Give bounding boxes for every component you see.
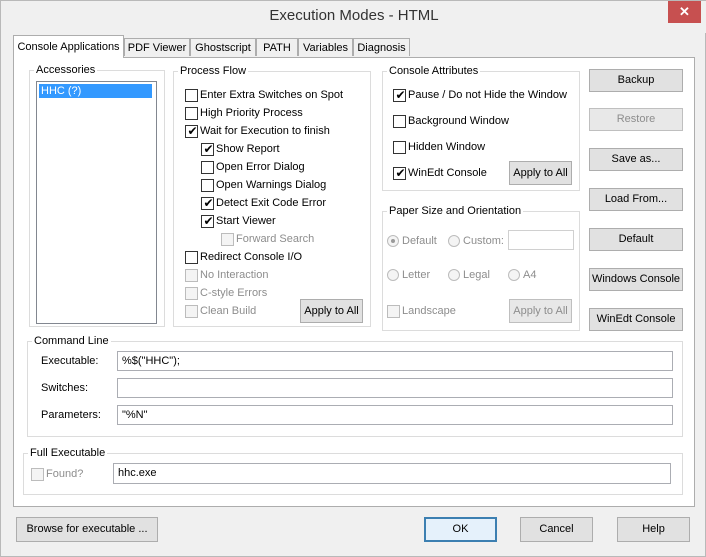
redirect-console-checkbox[interactable] xyxy=(185,251,198,264)
full-executable-legend: Full Executable xyxy=(28,447,108,459)
tab-variables[interactable]: Variables xyxy=(298,38,353,56)
detect-exit-code-label: Detect Exit Code Error xyxy=(216,197,327,209)
load-from-button[interactable]: Load From... xyxy=(589,188,683,211)
enter-extra-switches-checkbox[interactable] xyxy=(185,89,198,102)
show-report-label: Show Report xyxy=(216,143,280,155)
tab-path[interactable]: PATH xyxy=(256,38,298,56)
paper-default-label: Default xyxy=(402,235,437,247)
tab-ghostscript[interactable]: Ghostscript xyxy=(190,38,256,56)
execution-modes-dialog: Execution Modes - HTML ✕ Console Applica… xyxy=(0,0,706,557)
forward-search-label: Forward Search xyxy=(236,233,315,245)
paper-legal-radio[interactable] xyxy=(448,269,460,281)
accessories-legend: Accessories xyxy=(34,64,98,76)
title-bar: Execution Modes - HTML ✕ xyxy=(1,1,706,33)
tab-diagnosis[interactable]: Diagnosis xyxy=(353,38,410,56)
tab-pdf-viewer[interactable]: PDF Viewer xyxy=(124,38,190,56)
open-warnings-dialog-checkbox[interactable] xyxy=(201,179,214,192)
check-mark-icon: ✔ xyxy=(203,196,214,210)
open-error-dialog-checkbox[interactable] xyxy=(201,161,214,174)
c-style-errors-label: C-style Errors xyxy=(200,287,268,299)
check-mark-icon: ✔ xyxy=(203,142,214,156)
forward-search-checkbox[interactable] xyxy=(221,233,234,246)
executable-input[interactable]: %$("HHC"); xyxy=(117,351,673,371)
no-interaction-label: No Interaction xyxy=(200,269,269,281)
wait-for-execution-label: Wait for Execution to finish xyxy=(200,125,330,137)
found-checkbox[interactable] xyxy=(31,468,44,481)
wait-for-execution-checkbox[interactable]: ✔ xyxy=(185,124,198,138)
console-attributes-apply-button[interactable]: Apply to All xyxy=(509,161,572,185)
cancel-button[interactable]: Cancel xyxy=(520,517,593,542)
help-button[interactable]: Help xyxy=(617,517,690,542)
radio-dot-icon xyxy=(391,239,395,243)
clean-build-label: Clean Build xyxy=(200,305,257,317)
restore-button[interactable]: Restore xyxy=(589,108,683,131)
paper-custom-radio[interactable] xyxy=(448,235,460,247)
enter-extra-switches-label: Enter Extra Switches on Spot xyxy=(200,89,344,101)
window-title: Execution Modes - HTML xyxy=(269,7,439,24)
high-priority-checkbox[interactable] xyxy=(185,107,198,120)
background-window-label: Background Window xyxy=(408,115,509,127)
winedt-console-checkbox[interactable]: ✔ xyxy=(393,166,406,180)
paper-custom-input[interactable] xyxy=(508,230,574,250)
hidden-window-checkbox[interactable] xyxy=(393,141,406,154)
process-flow-apply-button[interactable]: Apply to All xyxy=(300,299,363,323)
start-viewer-label: Start Viewer xyxy=(216,215,276,227)
console-attributes-legend: Console Attributes xyxy=(387,65,481,77)
hidden-window-label: Hidden Window xyxy=(408,141,486,153)
save-as-button[interactable]: Save as... xyxy=(589,148,683,171)
parameters-input[interactable]: "%N" xyxy=(117,405,673,425)
pause-window-checkbox[interactable]: ✔ xyxy=(393,88,406,102)
landscape-label: Landscape xyxy=(402,305,456,317)
background-window-checkbox[interactable] xyxy=(393,115,406,128)
winedt-console-button[interactable]: WinEdt Console xyxy=(589,308,683,331)
executable-label: Executable: xyxy=(41,355,99,367)
landscape-checkbox[interactable] xyxy=(387,305,400,318)
paper-legal-label: Legal xyxy=(463,269,490,281)
high-priority-label: High Priority Process xyxy=(200,107,303,119)
show-report-checkbox[interactable]: ✔ xyxy=(201,142,214,156)
switches-input[interactable] xyxy=(117,378,673,398)
parameters-label: Parameters: xyxy=(41,409,101,421)
check-mark-icon: ✔ xyxy=(187,124,198,138)
command-line-legend: Command Line xyxy=(32,335,111,347)
paper-apply-button[interactable]: Apply to All xyxy=(509,299,572,323)
backup-button[interactable]: Backup xyxy=(589,69,683,92)
windows-console-button[interactable]: Windows Console xyxy=(589,268,683,291)
full-executable-input[interactable]: hhc.exe xyxy=(113,463,671,484)
switches-label: Switches: xyxy=(41,382,89,394)
c-style-errors-checkbox[interactable] xyxy=(185,287,198,300)
paper-letter-radio[interactable] xyxy=(387,269,399,281)
close-button[interactable]: ✕ xyxy=(668,1,701,23)
check-mark-icon: ✔ xyxy=(395,166,406,180)
paper-a4-label: A4 xyxy=(523,269,537,281)
winedt-console-label: WinEdt Console xyxy=(408,167,487,179)
ok-button[interactable]: OK xyxy=(424,517,497,542)
open-warnings-dialog-label: Open Warnings Dialog xyxy=(216,179,327,191)
paper-custom-label: Custom: xyxy=(463,235,504,247)
pause-window-label: Pause / Do not Hide the Window xyxy=(408,89,567,101)
paper-default-radio[interactable] xyxy=(387,235,399,247)
paper-size-legend: Paper Size and Orientation xyxy=(387,205,524,217)
paper-letter-label: Letter xyxy=(402,269,431,281)
default-button[interactable]: Default xyxy=(589,228,683,251)
start-viewer-checkbox[interactable]: ✔ xyxy=(201,214,214,228)
redirect-console-label: Redirect Console I/O xyxy=(200,251,303,263)
check-mark-icon: ✔ xyxy=(395,88,406,102)
paper-a4-radio[interactable] xyxy=(508,269,520,281)
detect-exit-code-checkbox[interactable]: ✔ xyxy=(201,196,214,210)
open-error-dialog-label: Open Error Dialog xyxy=(216,161,305,173)
clean-build-checkbox[interactable] xyxy=(185,305,198,318)
tab-console-applications[interactable]: Console Applications xyxy=(13,35,124,58)
check-mark-icon: ✔ xyxy=(203,214,214,228)
no-interaction-checkbox[interactable] xyxy=(185,269,198,282)
process-flow-legend: Process Flow xyxy=(178,65,249,77)
browse-button[interactable]: Browse for executable ... xyxy=(16,517,158,542)
list-item[interactable]: HHC (?) xyxy=(39,84,152,98)
found-label: Found? xyxy=(46,468,84,480)
accessories-list[interactable]: HHC (?) xyxy=(36,81,157,324)
